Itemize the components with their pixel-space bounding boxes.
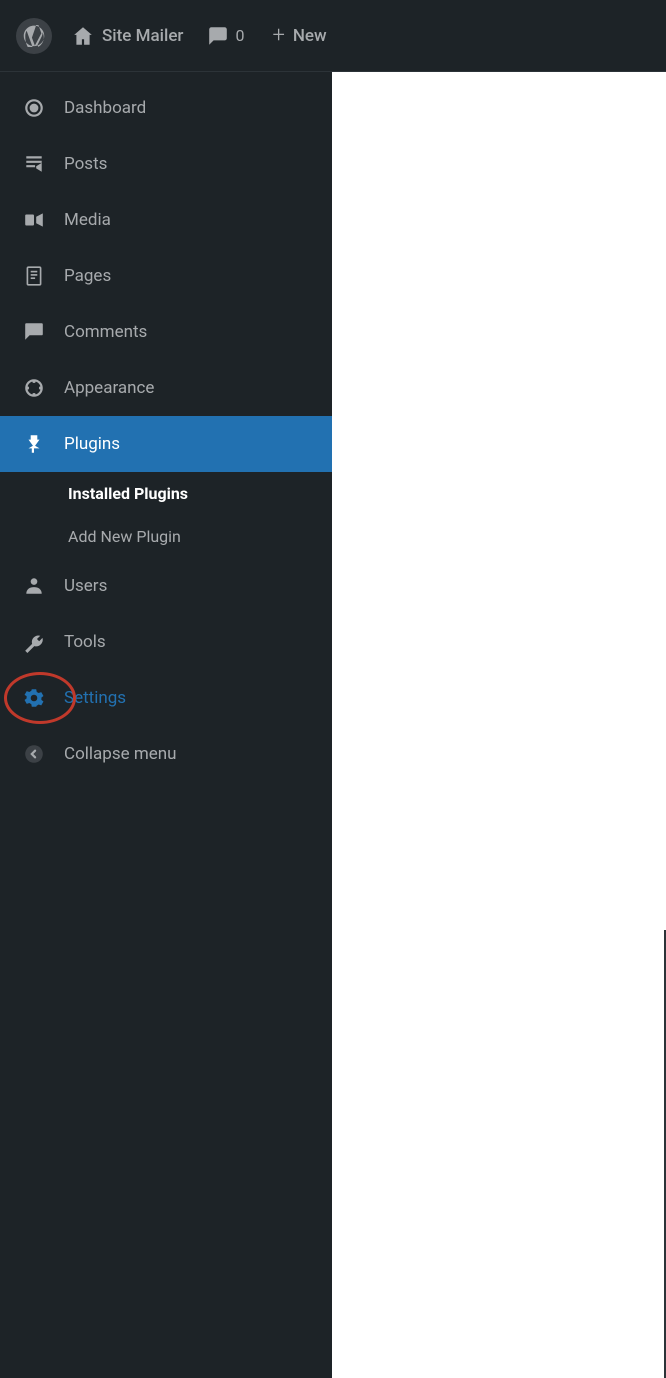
appearance-icon (20, 374, 48, 402)
posts-icon (20, 150, 48, 178)
tools-icon (20, 628, 48, 656)
media-icon (20, 206, 48, 234)
sidebar-item-tools[interactable]: Tools (0, 614, 332, 670)
admin-bar-home[interactable]: Site Mailer (72, 25, 183, 47)
wp-logo[interactable] (16, 18, 52, 54)
admin-bar-comment-count: 0 (235, 26, 244, 45)
collapse-icon (20, 740, 48, 768)
settings-icon (20, 684, 48, 712)
sidebar-item-plugins[interactable]: Plugins (0, 416, 332, 472)
sidebar-sub-item-installed-plugins[interactable]: Installed Plugins (0, 472, 332, 515)
sidebar-item-settings[interactable]: Settings (0, 670, 332, 726)
sidebar-sub-item-add-new-plugin[interactable]: Add New Plugin (0, 515, 332, 558)
white-content-area (332, 72, 666, 932)
sidebar: Dashboard Posts Media (0, 72, 332, 1378)
sidebar-item-tools-label: Tools (64, 632, 106, 652)
collapse-label: Collapse menu (64, 744, 177, 764)
sidebar-item-pages[interactable]: Pages (0, 248, 332, 304)
admin-bar-new-label: New (293, 26, 327, 46)
plugins-icon (20, 430, 48, 458)
sidebar-item-plugins-label: Plugins (64, 434, 120, 454)
comments-icon (20, 318, 48, 346)
sidebar-item-appearance[interactable]: Appearance (0, 360, 332, 416)
plus-icon: + (272, 23, 284, 48)
sidebar-item-pages-label: Pages (64, 266, 111, 286)
pages-icon (20, 262, 48, 290)
installed-plugins-label: Installed Plugins (68, 484, 188, 503)
sidebar-item-comments[interactable]: Comments (0, 304, 332, 360)
main-layout: Dashboard Posts Media (0, 72, 666, 1378)
sidebar-item-appearance-label: Appearance (64, 378, 154, 398)
sidebar-item-users-label: Users (64, 576, 107, 596)
add-new-plugin-label: Add New Plugin (68, 527, 181, 546)
admin-bar: Site Mailer 0 + New (0, 0, 666, 72)
content-area: General Writing Reading Discussion Media… (332, 72, 666, 1378)
sidebar-item-comments-label: Comments (64, 322, 147, 342)
sidebar-item-dashboard-label: Dashboard (64, 98, 146, 118)
admin-bar-comments[interactable]: 0 (207, 25, 244, 47)
sidebar-item-posts[interactable]: Posts (0, 136, 332, 192)
sidebar-item-dashboard[interactable]: Dashboard (0, 80, 332, 136)
sidebar-item-settings-label: Settings (64, 688, 126, 708)
users-icon (20, 572, 48, 600)
sidebar-plugins-sub-items: Installed Plugins Add New Plugin (0, 472, 332, 558)
admin-bar-site-name: Site Mailer (102, 26, 183, 46)
admin-bar-new[interactable]: + New (272, 23, 326, 48)
sidebar-item-media[interactable]: Media (0, 192, 332, 248)
sidebar-item-posts-label: Posts (64, 154, 107, 174)
sidebar-item-users[interactable]: Users (0, 558, 332, 614)
dashboard-icon (20, 94, 48, 122)
sidebar-collapse[interactable]: Collapse menu (0, 726, 332, 782)
sidebar-item-media-label: Media (64, 210, 111, 230)
